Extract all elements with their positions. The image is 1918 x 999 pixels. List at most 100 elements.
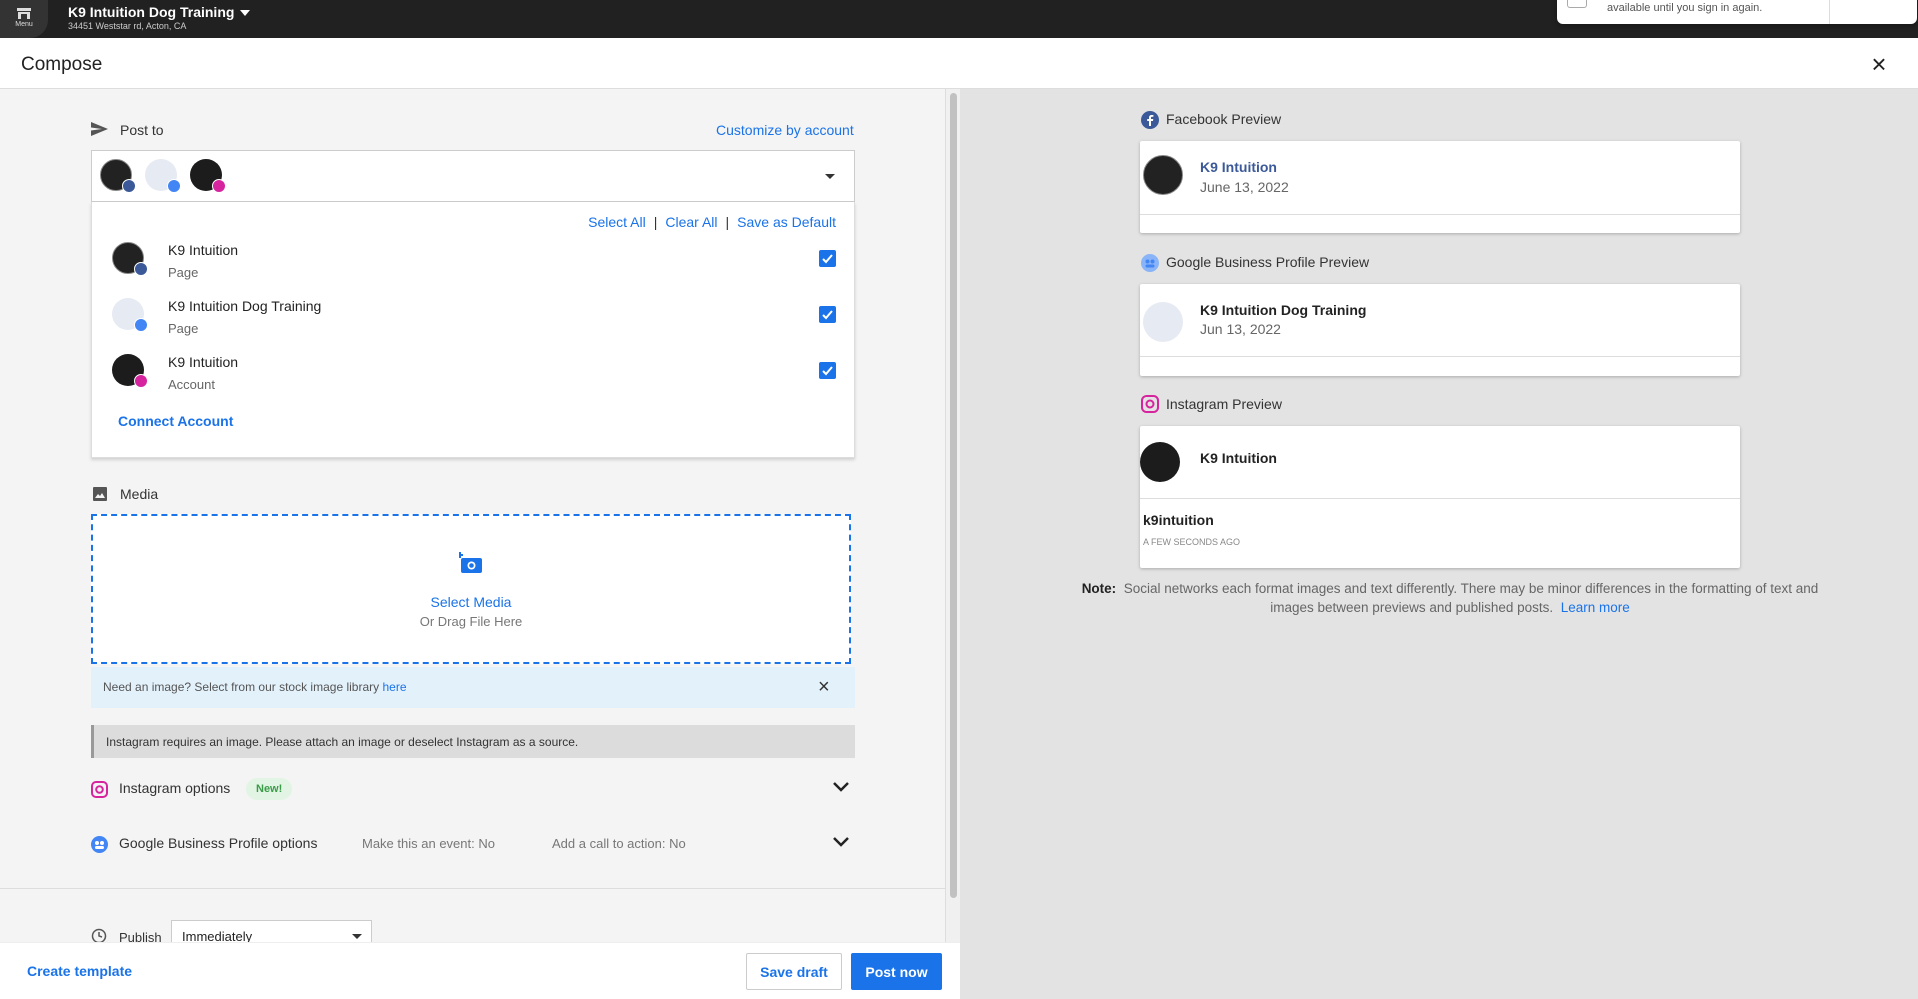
check-icon: [822, 254, 833, 264]
separator: |: [653, 214, 658, 230]
preview-note: Note: Social networks each format images…: [1060, 579, 1840, 617]
note-text: Social networks each format images and t…: [1123, 581, 1819, 615]
account-row-instagram[interactable]: K9 Intuition Account: [92, 350, 856, 406]
post-to-label: Post to: [120, 122, 164, 138]
preview-timestamp: A FEW SECONDS AGO: [1143, 537, 1241, 547]
compose-header: Compose ×: [0, 38, 1918, 89]
google-business-icon: [134, 318, 148, 332]
scroll-thumb[interactable]: [950, 93, 957, 898]
divider: [1140, 498, 1740, 499]
caret-down-icon: [352, 934, 362, 939]
clear-all-link[interactable]: Clear All: [665, 214, 717, 230]
instagram-preview-title: Instagram Preview: [1166, 396, 1282, 412]
business-name: K9 Intuition Dog Training: [68, 4, 235, 20]
stock-library-link[interactable]: here: [382, 680, 406, 694]
call-to-action-status: Add a call to action: No: [552, 836, 686, 851]
avatar: [100, 159, 136, 193]
menu-button[interactable]: Menu: [0, 0, 48, 38]
post-now-button[interactable]: Post now: [851, 953, 942, 990]
account-type: Page: [168, 321, 199, 336]
add-photo-icon: [459, 552, 482, 573]
google-business-icon: [1141, 254, 1159, 272]
account-list: Select All | Clear All | Save as Default K9 …: [91, 202, 855, 458]
close-icon[interactable]: ×: [1868, 51, 1890, 77]
google-business-icon: [167, 179, 181, 193]
close-icon[interactable]: ×: [818, 676, 830, 699]
instagram-options-row[interactable]: Instagram options New!: [91, 774, 855, 804]
toast-divider: [1829, 0, 1830, 24]
google-business-preview-card: K9 Intuition Dog Training Jun 13, 2022: [1140, 284, 1740, 376]
stock-image-text: Need an image? Select from our stock ima…: [103, 680, 407, 694]
divider: [1140, 214, 1740, 215]
toast-text: available until you sign in again.: [1607, 2, 1763, 14]
preview-panel: Facebook Preview K9 Intuition June 13, 2…: [960, 89, 1918, 999]
facebook-icon: [1141, 111, 1159, 129]
avatar: [112, 242, 148, 276]
divider: [0, 888, 945, 889]
account-row-facebook[interactable]: K9 Intuition Page: [92, 238, 856, 294]
facebook-preview-title: Facebook Preview: [1166, 111, 1282, 127]
connect-account-link[interactable]: Connect Account: [118, 413, 233, 429]
preview-handle: k9intuition: [1143, 512, 1214, 528]
check-icon: [822, 366, 833, 376]
save-as-default-link[interactable]: Save as Default: [737, 214, 836, 230]
account-list-actions: Select All | Clear All | Save as Default: [588, 214, 836, 230]
drag-file-hint: Or Drag File Here: [419, 614, 523, 629]
instagram-icon: [1141, 395, 1159, 413]
google-business-options-row[interactable]: Google Business Profile options Make thi…: [91, 829, 855, 859]
chevron-down-icon[interactable]: [833, 837, 849, 847]
note-label: Note:: [1081, 581, 1117, 596]
instagram-warning-text: Instagram requires an image. Please atta…: [106, 735, 579, 749]
checkbox-icon[interactable]: [1567, 0, 1587, 8]
avatar: [1143, 155, 1183, 195]
select-media-link[interactable]: Select Media: [93, 594, 849, 610]
customize-by-account-link[interactable]: Customize by account: [716, 122, 854, 138]
caret-down-icon[interactable]: [825, 174, 835, 179]
account-type: Page: [168, 265, 199, 280]
avatar: [112, 354, 148, 388]
avatar: [190, 159, 226, 193]
account-selector[interactable]: [91, 150, 855, 202]
select-all-link[interactable]: Select All: [588, 214, 646, 230]
top-app-bar: Menu K9 Intuition Dog Training 34451 Wes…: [0, 0, 1918, 38]
scrollbar[interactable]: [945, 89, 960, 999]
compose-form-panel: Post to Customize by account Select All |…: [0, 89, 960, 999]
instagram-icon: [212, 179, 226, 193]
facebook-icon: [134, 262, 148, 276]
store-icon: [17, 8, 31, 19]
account-name: K9 Intuition: [168, 242, 239, 258]
account-checkbox[interactable]: [819, 250, 836, 267]
menu-label: Menu: [15, 21, 33, 28]
caret-down-icon: [240, 10, 251, 17]
save-draft-button[interactable]: Save draft: [746, 953, 842, 990]
business-address: 34451 Weststar rd, Acton, CA: [68, 21, 187, 31]
account-name: K9 Intuition: [168, 354, 239, 370]
chevron-down-icon[interactable]: [833, 782, 849, 792]
media-label: Media: [120, 486, 159, 502]
media-dropzone[interactable]: Select Media Or Drag File Here: [91, 514, 851, 664]
preview-account-name: K9 Intuition Dog Training: [1200, 302, 1367, 318]
account-checkbox[interactable]: [819, 306, 836, 323]
preview-account-name: K9 Intuition: [1200, 159, 1277, 175]
learn-more-link[interactable]: Learn more: [1561, 600, 1630, 615]
instagram-preview-card: K9 Intuition k9intuition A FEW SECONDS A…: [1140, 426, 1740, 568]
facebook-preview-card: K9 Intuition June 13, 2022: [1140, 141, 1740, 233]
account-row-google-business[interactable]: K9 Intuition Dog Training Page: [92, 294, 856, 350]
send-icon: [91, 122, 108, 136]
instagram-warning: Instagram requires an image. Please atta…: [91, 725, 855, 758]
avatar: [1140, 442, 1180, 482]
instagram-icon: [91, 781, 108, 798]
account-checkbox[interactable]: [819, 362, 836, 379]
facebook-icon: [122, 179, 136, 193]
compose-footer: Create template Save draft Post now: [0, 942, 960, 999]
business-switcher[interactable]: K9 Intuition Dog Training: [68, 4, 251, 20]
check-icon: [822, 310, 833, 320]
google-business-icon: [91, 836, 108, 853]
avatar: [1143, 302, 1183, 342]
instagram-options-label: Instagram options: [119, 780, 231, 796]
avatar: [112, 298, 148, 332]
stock-prompt: Need an image? Select from our stock ima…: [103, 680, 380, 694]
image-icon: [93, 487, 107, 501]
notification-toast: available until you sign in again.: [1557, 0, 1917, 24]
create-template-link[interactable]: Create template: [27, 963, 132, 979]
